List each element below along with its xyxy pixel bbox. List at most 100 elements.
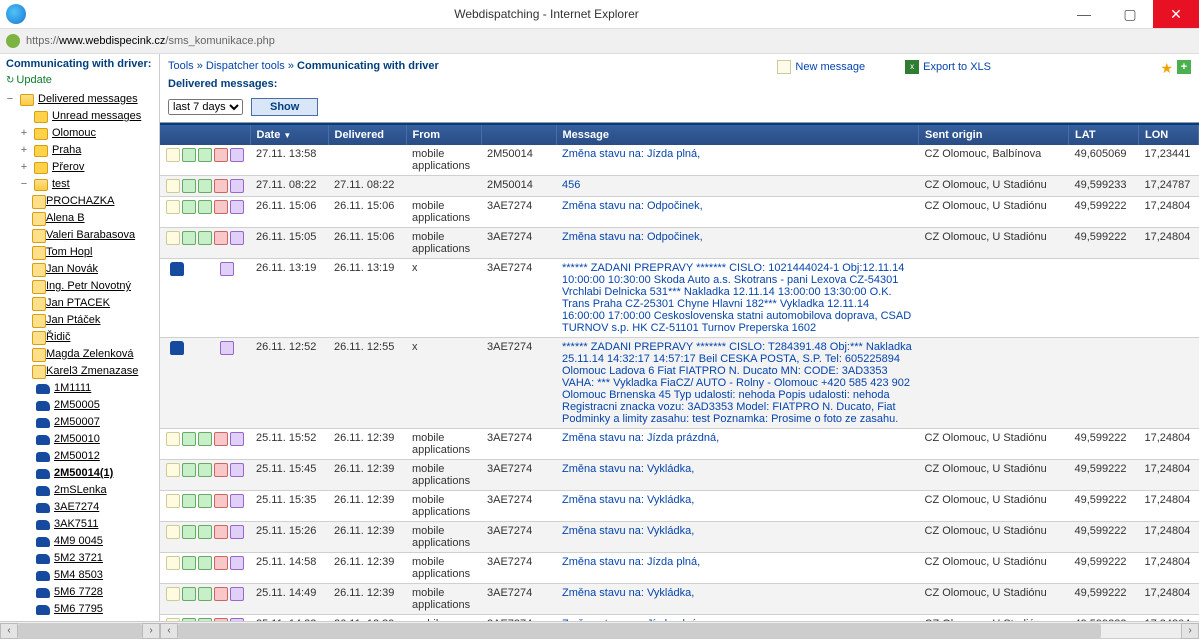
minimize-button[interactable]: — — [1061, 0, 1107, 28]
left-scroll-left[interactable]: ‹ — [0, 623, 18, 639]
ok-icon[interactable] — [182, 463, 196, 477]
ok2-icon[interactable] — [198, 231, 212, 245]
tree-item[interactable]: 5M6 7728 — [0, 584, 159, 601]
main-scroll-right[interactable]: › — [1181, 623, 1199, 639]
range-select[interactable]: last 7 days — [168, 99, 243, 115]
tree-item[interactable]: Docházka test — [0, 618, 159, 621]
tree-item[interactable]: Jan Ptáček — [0, 312, 159, 329]
action-icon[interactable] — [230, 494, 244, 508]
col-from[interactable]: From — [406, 125, 481, 145]
del-icon[interactable] — [214, 494, 228, 508]
action-icon[interactable] — [230, 432, 244, 446]
action-icon[interactable] — [230, 148, 244, 162]
favorite-icon[interactable]: ★ — [1160, 60, 1173, 77]
ok2-icon[interactable] — [198, 494, 212, 508]
tree-item[interactable]: PROCHAZKA — [0, 193, 159, 210]
action-icon[interactable] — [220, 262, 234, 276]
table-row[interactable]: 26.11. 12:5226.11. 12:55x3AE7274****** Z… — [160, 338, 1199, 429]
tree-item[interactable]: Jan Novák — [0, 261, 159, 278]
col-delivered[interactable]: Delivered — [328, 125, 406, 145]
ok2-icon[interactable] — [198, 556, 212, 570]
table-row[interactable]: 25.11. 14:5826.11. 12:39mobile applicati… — [160, 553, 1199, 584]
action-icon[interactable] — [230, 587, 244, 601]
tree-item[interactable]: 1M1111 — [0, 380, 159, 397]
export-xls-link[interactable]: xExport to XLS — [905, 60, 991, 74]
main-scroll-left[interactable]: ‹ — [160, 623, 178, 639]
tree-folder[interactable]: +Olomouc — [0, 125, 159, 142]
tree-item[interactable]: 4M9 0045 — [0, 533, 159, 550]
tree-item[interactable]: 3AK7511 — [0, 516, 159, 533]
tree-item[interactable]: Ing. Petr Novotný — [0, 278, 159, 295]
ok-icon[interactable] — [182, 618, 196, 621]
new-message-link[interactable]: New message — [777, 60, 865, 74]
mail-icon[interactable] — [166, 525, 180, 539]
tree-item[interactable]: Valeri Barabasova — [0, 227, 159, 244]
crumb-tools[interactable]: Tools — [168, 60, 194, 72]
crumb-dispatcher[interactable]: Dispatcher tools — [206, 60, 285, 72]
show-button[interactable]: Show — [251, 98, 318, 116]
mail-icon[interactable] — [166, 200, 180, 214]
tree-item[interactable]: 5M2 3721 — [0, 550, 159, 567]
tree-item[interactable]: 2mSLenka — [0, 482, 159, 499]
ok2-icon[interactable] — [198, 463, 212, 477]
left-scroll-right[interactable]: › — [142, 623, 160, 639]
table-row[interactable]: 25.11. 15:5226.11. 12:39mobile applicati… — [160, 429, 1199, 460]
ok2-icon[interactable] — [198, 200, 212, 214]
del-icon[interactable] — [214, 179, 228, 193]
ok-icon[interactable] — [182, 200, 196, 214]
mail-icon[interactable] — [166, 432, 180, 446]
action-icon[interactable] — [230, 618, 244, 621]
ok-icon[interactable] — [182, 179, 196, 193]
table-row[interactable]: 26.11. 13:1926.11. 13:19x3AE7274****** Z… — [160, 259, 1199, 338]
table-row[interactable]: 25.11. 14:2226.11. 12:39mobile applicati… — [160, 615, 1199, 622]
del-icon[interactable] — [214, 525, 228, 539]
mail-icon[interactable] — [166, 179, 180, 193]
mail-icon[interactable] — [166, 618, 180, 621]
tree-item[interactable]: 2M50014(1) — [0, 465, 159, 482]
mail-icon[interactable] — [166, 463, 180, 477]
col-lon[interactable]: LON — [1139, 125, 1199, 145]
action-icon[interactable] — [230, 525, 244, 539]
add-icon[interactable]: + — [1177, 60, 1191, 74]
del-icon[interactable] — [214, 618, 228, 621]
ok-icon[interactable] — [182, 148, 196, 162]
ok-icon[interactable] — [182, 525, 196, 539]
action-icon[interactable] — [230, 556, 244, 570]
del-icon[interactable] — [214, 587, 228, 601]
tree-folder[interactable]: −Delivered messages — [0, 91, 159, 108]
tree-item[interactable]: 5M6 7795 — [0, 601, 159, 618]
tree-folder[interactable]: Unread messages — [0, 108, 159, 125]
tree-item[interactable]: Magda Zelenková — [0, 346, 159, 363]
action-icon[interactable] — [220, 341, 234, 355]
ok-icon[interactable] — [182, 556, 196, 570]
tree-item[interactable]: 2M50012 — [0, 448, 159, 465]
table-row[interactable]: 26.11. 15:0626.11. 15:06mobile applicati… — [160, 197, 1199, 228]
table-row[interactable]: 25.11. 15:2626.11. 12:39mobile applicati… — [160, 522, 1199, 553]
col-origin[interactable]: Sent origin — [919, 125, 1069, 145]
tree-item[interactable]: Alena B — [0, 210, 159, 227]
del-icon[interactable] — [214, 432, 228, 446]
action-icon[interactable] — [230, 463, 244, 477]
action-icon[interactable] — [230, 231, 244, 245]
tree-item[interactable]: 2M50005 — [0, 397, 159, 414]
tree-item[interactable]: 3AE7274 — [0, 499, 159, 516]
update-link[interactable]: Update — [6, 74, 153, 86]
del-icon[interactable] — [214, 200, 228, 214]
ok2-icon[interactable] — [198, 618, 212, 621]
col-target[interactable] — [481, 125, 556, 145]
ok-icon[interactable] — [182, 231, 196, 245]
ok2-icon[interactable] — [198, 148, 212, 162]
tree-item[interactable]: 2M50007 — [0, 414, 159, 431]
tree-item[interactable]: Jan PTACEK — [0, 295, 159, 312]
tree-folder[interactable]: +Přerov — [0, 159, 159, 176]
ok2-icon[interactable] — [198, 179, 212, 193]
ok-icon[interactable] — [182, 587, 196, 601]
tree-folder[interactable]: +Praha — [0, 142, 159, 159]
tree-item[interactable]: Tom Hopl — [0, 244, 159, 261]
table-scroll[interactable]: Date Delivered From Message Sent origin … — [160, 123, 1199, 621]
ok2-icon[interactable] — [198, 432, 212, 446]
del-icon[interactable] — [214, 556, 228, 570]
ok2-icon[interactable] — [198, 525, 212, 539]
mail-icon[interactable] — [166, 148, 180, 162]
col-date[interactable]: Date — [250, 125, 328, 145]
